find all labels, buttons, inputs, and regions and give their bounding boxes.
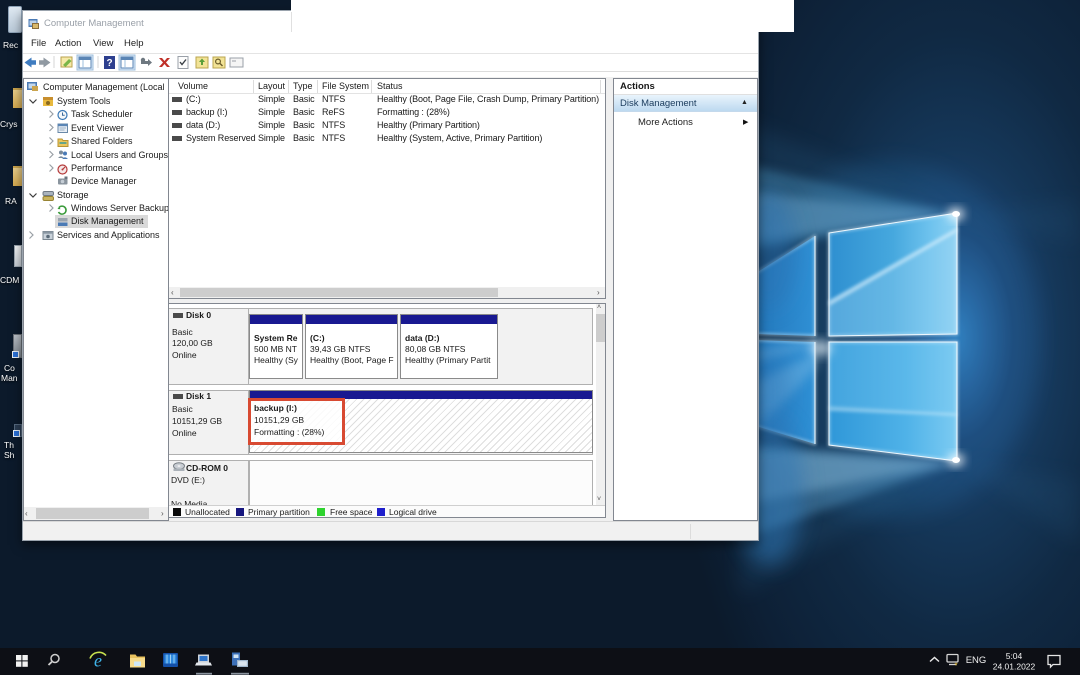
svg-text:?: ? [106,58,112,69]
svg-text:ENG: ENG [966,655,987,666]
svg-text:24.01.2022: 24.01.2022 [993,662,1036,672]
svg-text:*: * [954,662,957,671]
svg-text:5:04: 5:04 [1006,651,1023,661]
